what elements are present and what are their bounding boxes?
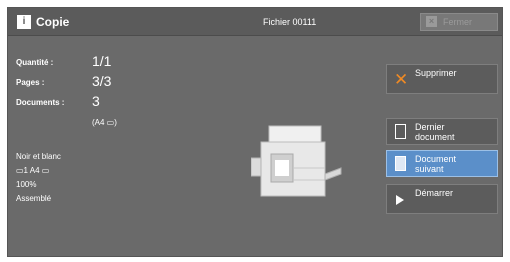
tray-paper: ▭1 A4 ▭: [16, 166, 50, 175]
document-icon: [395, 124, 406, 139]
delete-button[interactable]: ✕ Supprimer: [386, 64, 498, 94]
next-document-button[interactable]: Document suivant: [386, 150, 498, 177]
document-icon: [395, 156, 406, 171]
documents-format: (A4 ▭): [92, 118, 117, 127]
delete-icon: ✕: [394, 70, 409, 89]
title-bar: i Copie Fichier 00111 × Fermer: [8, 8, 502, 36]
zoom-ratio: 100%: [16, 180, 37, 189]
pages-value: 3/3: [92, 73, 112, 89]
copy-app-icon: i: [17, 15, 31, 29]
start-button-label: Démarrer: [415, 188, 454, 198]
play-icon: [396, 195, 404, 205]
copy-screen: i Copie Fichier 00111 × Fermer Quantité …: [7, 7, 503, 257]
last-document-label-line1: Dernier: [415, 122, 445, 132]
file-title: Fichier 00111: [263, 17, 317, 27]
start-button[interactable]: Démarrer: [386, 184, 498, 214]
next-document-label-line1: Document: [415, 154, 457, 164]
last-document-label: Dernier document: [415, 122, 455, 142]
quantity-label: Quantité :: [16, 58, 54, 67]
color-mode: Noir et blanc: [16, 152, 61, 161]
documents-label: Documents :: [16, 98, 65, 107]
delete-button-label: Supprimer: [415, 68, 457, 78]
next-document-label: Document suivant: [415, 154, 456, 174]
next-document-label-line2: suivant: [415, 164, 444, 174]
last-document-label-line2: document: [415, 132, 455, 142]
last-document-button[interactable]: Dernier document: [386, 118, 498, 145]
close-button[interactable]: × Fermer: [420, 13, 498, 31]
documents-value: 3: [92, 93, 100, 109]
pages-label: Pages :: [16, 78, 45, 87]
app-title: Copie: [36, 15, 70, 29]
printer-illustration: [251, 125, 342, 197]
quantity-value: 1/1: [92, 53, 112, 69]
finishing-mode: Assemblé: [16, 194, 52, 203]
close-icon: ×: [426, 16, 437, 27]
close-button-label: Fermer: [443, 17, 472, 27]
